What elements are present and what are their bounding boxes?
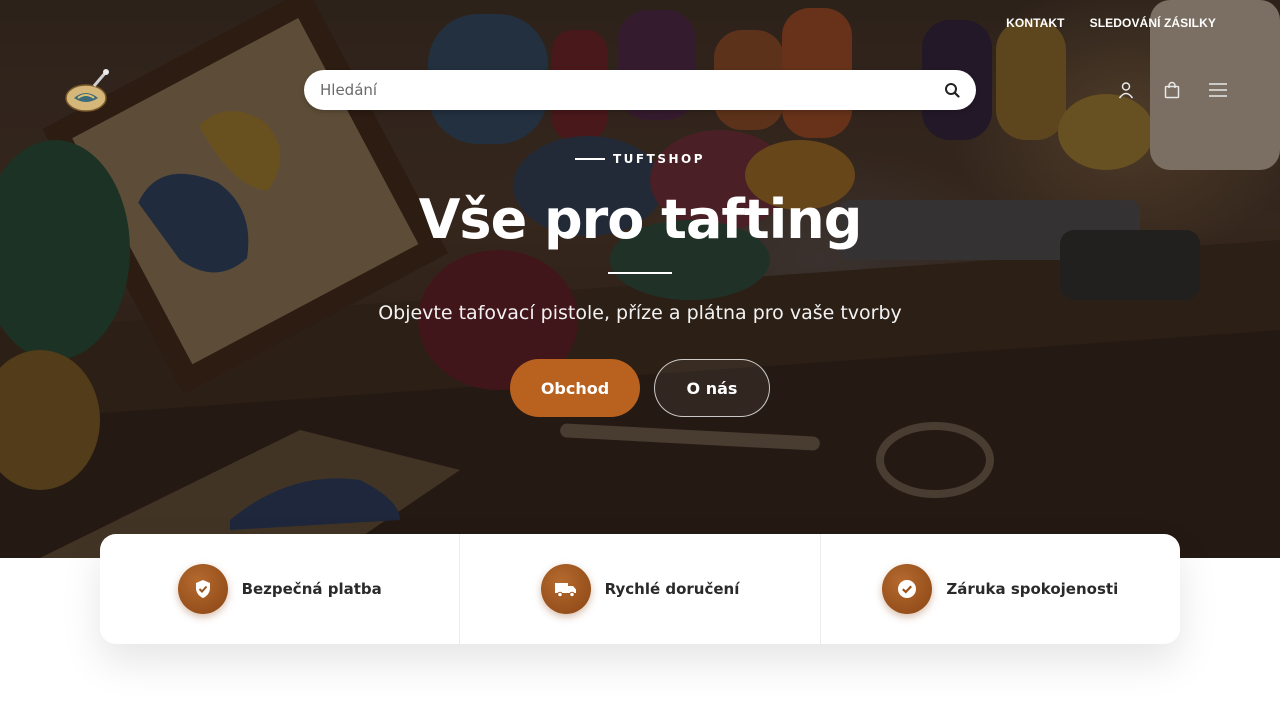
feature-satisfaction: Záruka spokojenosti: [821, 534, 1180, 644]
top-links: KONTAKT SLEDOVÁNÍ ZÁSILKY: [1006, 16, 1216, 30]
tracking-link[interactable]: SLEDOVÁNÍ ZÁSILKY: [1090, 16, 1216, 30]
search-icon[interactable]: [944, 82, 960, 98]
feature-fast-delivery: Rychlé doručení: [460, 534, 821, 644]
feature-label: Rychlé doručení: [604, 580, 740, 598]
search-input[interactable]: [320, 81, 944, 99]
features-bar: Bezpečná platba Rychlé doručení Záruka s…: [100, 534, 1180, 644]
menu-icon[interactable]: [1208, 80, 1228, 100]
feature-label: Záruka spokojenosti: [946, 580, 1119, 598]
hero-eyebrow: TUFTSHOP: [0, 152, 1280, 166]
shop-button[interactable]: Obchod: [510, 359, 640, 417]
eyebrow-text: TUFTSHOP: [613, 152, 705, 166]
header-icons: [1116, 80, 1228, 100]
logo[interactable]: [64, 68, 112, 114]
feature-label: Bezpečná platba: [241, 580, 382, 598]
eyebrow-line: [575, 158, 605, 160]
hero-section: KONTAKT SLEDOVÁNÍ ZÁSILKY Hledání TUFTSH…: [0, 0, 1280, 558]
shield-check-icon: [177, 564, 228, 614]
hero-subtitle: Objevte tafovací pistole, příze a plátna…: [378, 302, 902, 324]
hero-title: Vše pro tafting: [418, 188, 863, 251]
search-bar: [304, 70, 976, 110]
about-button[interactable]: O nás: [654, 359, 770, 417]
contact-link[interactable]: KONTAKT: [1006, 16, 1064, 30]
check-circle-icon: [882, 564, 933, 614]
cart-icon[interactable]: [1162, 80, 1182, 100]
feature-secure-payment: Bezpečná platba: [100, 534, 461, 644]
truck-icon: [540, 564, 591, 614]
hero-divider: [608, 272, 672, 274]
user-icon[interactable]: [1116, 80, 1136, 100]
